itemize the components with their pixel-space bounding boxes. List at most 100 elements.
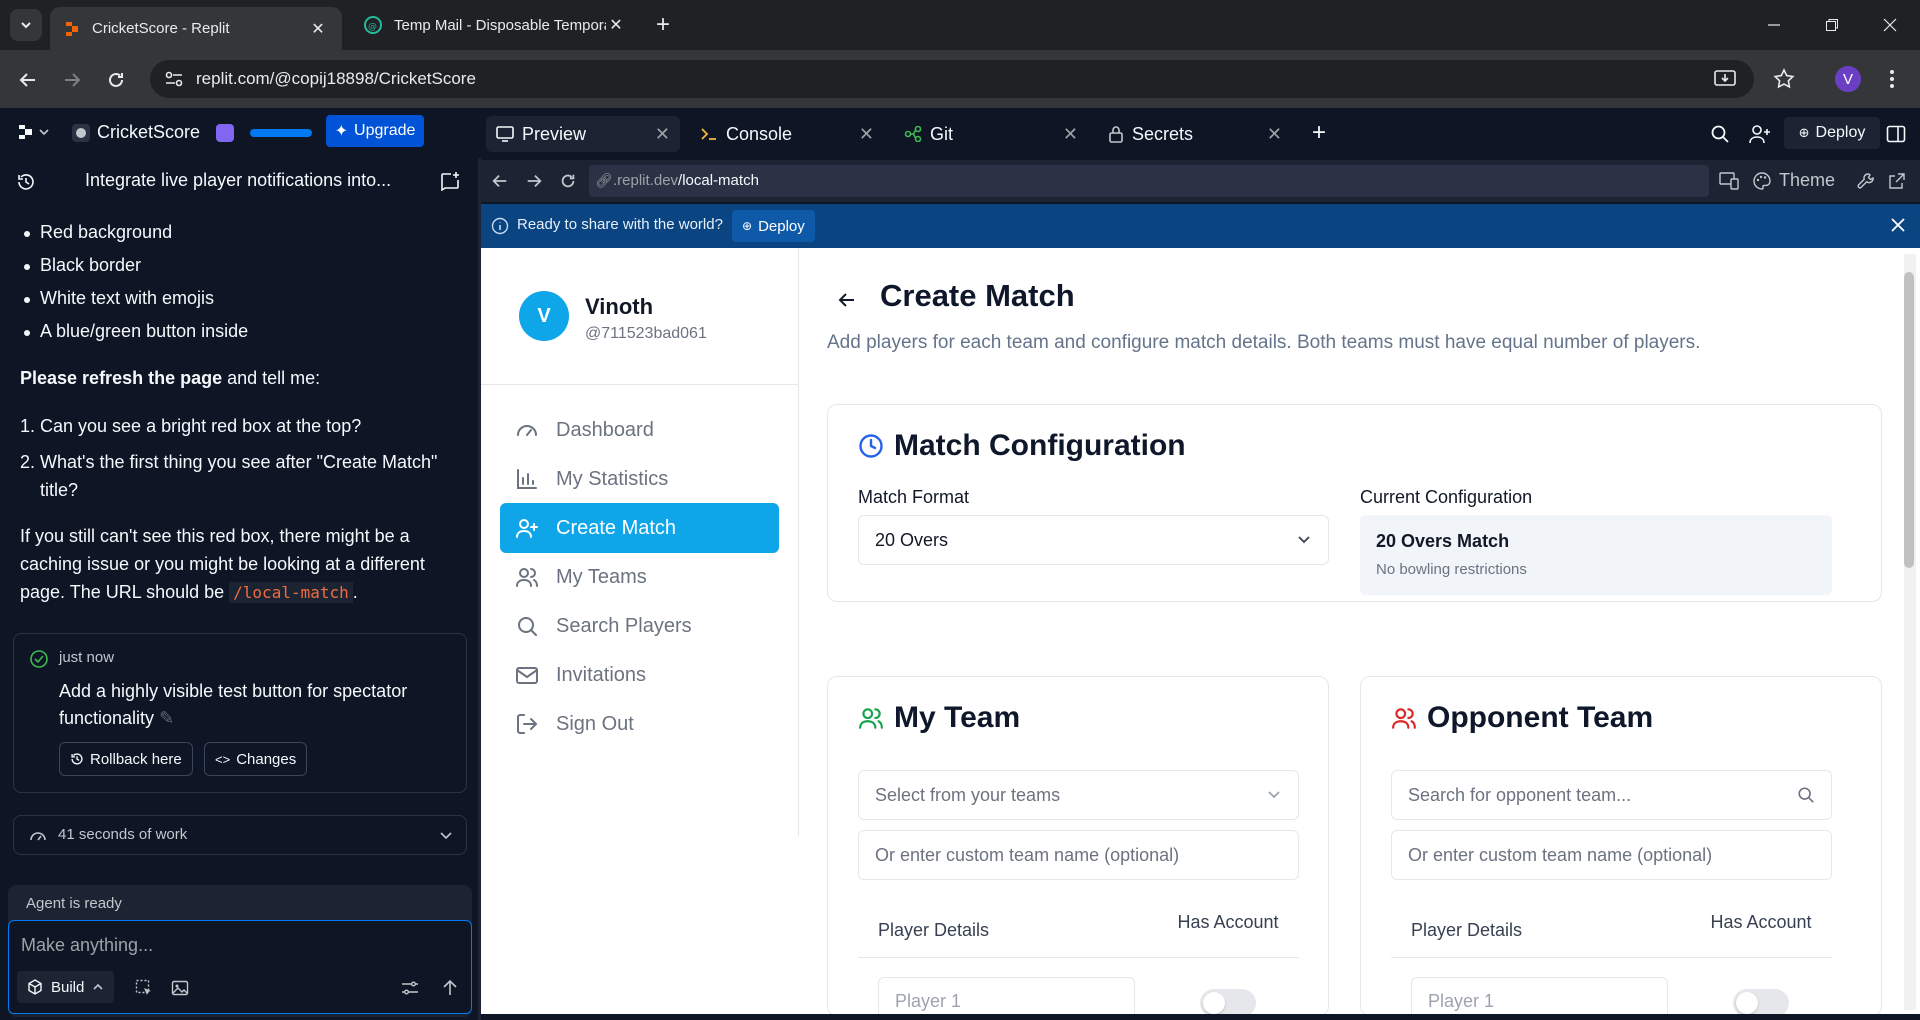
search-icon[interactable] (1710, 124, 1730, 144)
tab-title: CricketScore - Replit (92, 20, 230, 37)
install-app-icon[interactable] (1714, 69, 1736, 89)
toggle-sidebar-icon[interactable] (1886, 124, 1906, 144)
tab-search-button[interactable] (10, 9, 42, 41)
close-icon[interactable]: ✕ (655, 124, 670, 145)
back-arrow-icon[interactable] (837, 290, 857, 310)
page-title: Create Match (880, 278, 1075, 313)
my-team-panel: My Team Select from your teams Or enter … (827, 676, 1329, 1014)
banner-deploy-button[interactable]: ⊕ Deploy (732, 210, 815, 242)
more-vertical-icon[interactable] (1889, 68, 1895, 90)
thread-title[interactable]: Integrate live player notifications into… (85, 170, 391, 191)
close-icon[interactable] (1891, 218, 1905, 232)
changes-button[interactable]: <> Changes (204, 742, 308, 776)
minimize-button[interactable] (1745, 0, 1803, 50)
refresh-instruction: Please refresh the page and tell me: (20, 368, 321, 388)
nav-item-sign-out[interactable]: Sign Out (500, 699, 779, 749)
tab-preview[interactable]: Preview ✕ (486, 116, 680, 152)
player-name-input[interactable]: Player 1 (878, 977, 1135, 1014)
close-icon[interactable]: ✕ (1267, 124, 1282, 145)
reload-icon[interactable] (559, 172, 577, 190)
agent-prompt-input[interactable]: Make anything... Build (8, 920, 472, 1014)
caching-note: If you still can't see this red box, the… (20, 526, 425, 603)
arrow-right-icon[interactable] (525, 172, 543, 190)
nav-item-my-teams[interactable]: My Teams (500, 552, 779, 602)
team-select[interactable]: Select from your teams (858, 770, 1299, 820)
tab-secrets[interactable]: Secrets ✕ (1098, 116, 1292, 152)
new-chat-icon[interactable] (441, 171, 461, 191)
close-icon[interactable]: ✕ (1063, 124, 1078, 145)
svg-text:@: @ (368, 22, 377, 32)
external-link-icon[interactable] (1888, 172, 1906, 190)
gauge-icon (517, 425, 537, 436)
close-icon[interactable]: ✕ (606, 15, 626, 35)
send-arrow-up-icon[interactable] (441, 979, 459, 997)
arrow-left-icon (19, 73, 35, 87)
project-name[interactable]: CricketScore (97, 122, 200, 143)
scrollbar-thumb[interactable] (1904, 272, 1914, 568)
custom-team-name-input[interactable]: Or enter custom team name (optional) (858, 830, 1299, 880)
url-code: /local-match (229, 582, 353, 603)
theme-button[interactable]: Theme (1753, 170, 1835, 191)
rollback-button[interactable]: Rollback here (59, 742, 193, 776)
replit-favicon-icon (66, 21, 78, 36)
site-info-icon[interactable] (164, 70, 184, 88)
devices-icon[interactable] (1719, 172, 1739, 190)
build-mode-button[interactable]: Build (17, 971, 115, 1003)
address-bar[interactable]: replit.com/@copij18898/CricketScore (150, 60, 1754, 98)
nav-item-dashboard[interactable]: Dashboard (500, 405, 779, 455)
profile-avatar[interactable]: V (1835, 66, 1861, 92)
column-header: Has Account (1177, 912, 1279, 932)
list-item: Red background (23, 222, 173, 242)
back-button[interactable] (14, 66, 42, 94)
invite-user-icon[interactable] (1749, 124, 1771, 144)
nav-item-statistics[interactable]: My Statistics (500, 454, 779, 504)
has-account-toggle[interactable] (1200, 989, 1256, 1014)
minimize-icon (1768, 24, 1780, 26)
history-icon[interactable] (16, 172, 36, 192)
arrow-left-icon[interactable] (491, 172, 509, 190)
new-tab-button[interactable]: + (1306, 119, 1332, 146)
close-icon[interactable]: ✕ (308, 19, 328, 39)
close-icon[interactable]: ✕ (859, 124, 874, 145)
browser-tab-replit[interactable]: CricketScore - Replit ✕ (50, 7, 342, 50)
deploy-button[interactable]: ⊕ Deploy (1784, 117, 1880, 149)
chevron-up-icon (93, 983, 103, 990)
new-tab-button[interactable]: + (650, 11, 676, 38)
url-text: replit.com/@copij18898/CricketScore (196, 69, 476, 88)
work-summary-row[interactable]: 41 seconds of work (13, 815, 467, 855)
preview-url-input[interactable]: 🔗︎ .replit.dev/local-match (589, 165, 1709, 197)
nav-item-create-match[interactable]: Create Match (500, 503, 779, 553)
opponent-search-input[interactable]: Search for opponent team... (1391, 770, 1832, 820)
settings-sliders-icon[interactable] (401, 979, 419, 997)
reload-button[interactable] (102, 66, 130, 94)
has-account-toggle[interactable] (1733, 989, 1789, 1014)
match-format-select[interactable]: 20 Overs (858, 515, 1329, 565)
user-plus-icon (516, 519, 538, 538)
workspace-menu-button[interactable] (18, 124, 50, 140)
browser-tab-tempmail[interactable]: @ Temp Mail - Disposable Tempora ✕ (350, 7, 640, 43)
app-preview: V Vinoth @711523bad061 Dashboard My Stat… (481, 248, 1920, 1014)
list-item: Black border (23, 255, 142, 275)
custom-team-name-input[interactable]: Or enter custom team name (optional) (1391, 830, 1832, 880)
nav-item-invitations[interactable]: Invitations (500, 650, 779, 700)
forward-button[interactable] (58, 66, 86, 94)
restore-icon (1826, 19, 1838, 31)
upgrade-button[interactable]: ✦ Upgrade (326, 115, 424, 147)
history-icon (71, 753, 83, 765)
restore-button[interactable] (1803, 0, 1861, 50)
chevron-down-icon (1298, 536, 1310, 544)
bookmark-star-icon[interactable] (1773, 68, 1795, 90)
wrench-icon[interactable] (1857, 172, 1875, 190)
tab-git[interactable]: Git ✕ (894, 116, 1088, 152)
current-configuration-label: Current Configuration (1360, 487, 1533, 507)
nav-item-search-players[interactable]: Search Players (500, 601, 779, 651)
image-upload-icon[interactable] (171, 979, 189, 997)
usage-progress-bar (250, 129, 312, 137)
close-window-button[interactable] (1861, 0, 1919, 50)
tab-console[interactable]: Console ✕ (690, 116, 884, 152)
select-element-icon[interactable] (135, 979, 153, 997)
sparkle-icon: ✦ (334, 123, 349, 140)
preview-url-bar: 🔗︎ .replit.dev/local-match Theme (481, 160, 1920, 202)
edit-pencil-icon[interactable]: ✎ (159, 708, 174, 728)
player-name-input[interactable]: Player 1 (1411, 977, 1668, 1014)
